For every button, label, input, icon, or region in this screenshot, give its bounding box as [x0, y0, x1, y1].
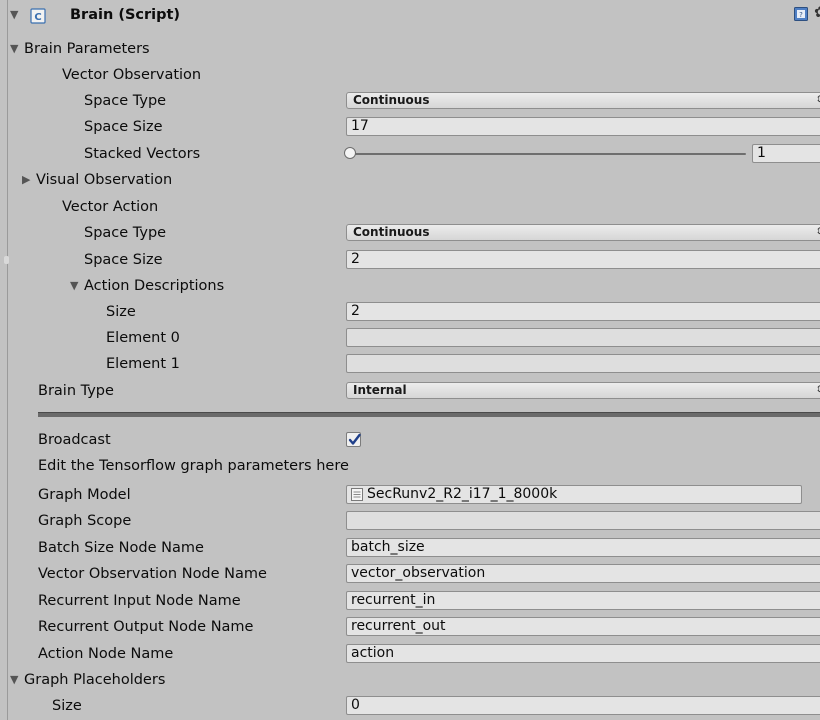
property-obs-space-size: Space Size 17 — [10, 114, 820, 140]
svg-text:?: ? — [799, 11, 803, 19]
property-label: Recurrent Output Node Name — [38, 619, 254, 635]
component-title: Brain (Script) — [70, 7, 181, 23]
left-panel-edge — [0, 0, 9, 720]
property-label: Element 1 — [106, 356, 180, 372]
foldout-label: Brain Parameters — [24, 41, 150, 57]
checkmark-icon — [348, 433, 361, 445]
property-obs-space-type: Space Type Continuous ⇕ — [10, 88, 820, 114]
action-node-input[interactable]: action — [346, 644, 820, 663]
property-action-space-type: Space Type Continuous ⇕ — [10, 220, 820, 246]
property-label: Space Size — [84, 252, 163, 268]
property-label: Brain Type — [38, 383, 114, 399]
stacked-vectors-slider-thumb[interactable] — [344, 147, 356, 159]
info-text: Edit the Tensorflow graph parameters her… — [38, 458, 349, 474]
graph-scope-input[interactable] — [346, 511, 820, 530]
property-label: Stacked Vectors — [84, 146, 201, 162]
property-graph-scope: Graph Scope — [10, 508, 820, 534]
dropdown-value: Internal — [353, 383, 407, 397]
brain-type-dropdown[interactable]: Internal ⇕ — [346, 382, 820, 399]
panel-divider — [7, 0, 8, 720]
graph-model-object-field[interactable]: SecRunv2_R2_i17_1_8000k — [346, 485, 802, 504]
foldout-visual-observation[interactable]: ▶ Visual Observation — [10, 167, 820, 193]
broadcast-checkbox[interactable] — [346, 432, 361, 447]
property-batch-size-node: Batch Size Node Name batch_size — [10, 535, 820, 561]
recurrent-in-node-input[interactable]: recurrent_in — [346, 591, 820, 610]
property-action-desc-size: Size 2 — [10, 299, 820, 325]
svg-text:C: C — [34, 12, 41, 23]
property-label: Batch Size Node Name — [38, 540, 204, 556]
property-graph-model: Graph Model SecRunv2_R2_i17_1_8000k — [10, 482, 820, 508]
vector-obs-node-input[interactable]: vector_observation — [346, 564, 820, 583]
property-label: Space Type — [84, 93, 167, 109]
action-space-size-input[interactable]: 2 — [346, 250, 820, 269]
foldout-label: Action Descriptions — [84, 278, 225, 294]
foldout-expanded-icon[interactable]: ▼ — [10, 42, 22, 56]
property-placeholders-size: Size 0 — [10, 693, 820, 719]
property-recurrent-out-node: Recurrent Output Node Name recurrent_out — [10, 614, 820, 640]
stacked-vectors-slider-track[interactable] — [350, 153, 746, 155]
property-label: Graph Scope — [38, 513, 132, 529]
property-brain-type: Brain Type Internal ⇕ — [10, 378, 820, 404]
property-label: Action Node Name — [38, 646, 174, 662]
inspector-panel: ▼ C Brain (Script) ? ✿ ▼ Brain Parameter… — [10, 0, 820, 720]
dropdown-value: Continuous — [353, 225, 430, 239]
obs-space-type-dropdown[interactable]: Continuous ⇕ — [346, 92, 820, 109]
help-book-icon[interactable]: ? — [793, 6, 809, 22]
property-label: Graph Model — [38, 487, 131, 503]
property-label: Size — [52, 698, 82, 714]
section-vector-action: Vector Action — [10, 194, 820, 220]
property-label: Space Type — [84, 225, 167, 241]
foldout-label: Graph Placeholders — [24, 672, 166, 688]
foldout-expanded-icon[interactable]: ▼ — [10, 673, 22, 687]
csharp-script-icon: C — [30, 8, 46, 24]
property-label: Size — [106, 304, 136, 320]
property-stacked-vectors: Stacked Vectors 1 — [10, 141, 820, 167]
section-label: Vector Observation — [62, 67, 202, 83]
property-recurrent-in-node: Recurrent Input Node Name recurrent_in — [10, 588, 820, 614]
element-1-input[interactable] — [346, 354, 820, 373]
component-header[interactable]: ▼ C Brain (Script) ? ✿ — [10, 0, 820, 30]
batch-size-node-input[interactable]: batch_size — [346, 538, 820, 557]
property-element-1: Element 1 — [10, 351, 820, 377]
foldout-action-descriptions[interactable]: ▼ Action Descriptions — [10, 273, 820, 299]
stacked-vectors-input[interactable]: 1 — [752, 144, 820, 163]
foldout-graph-placeholders[interactable]: ▼ Graph Placeholders — [10, 667, 820, 693]
property-action-node: Action Node Name action — [10, 641, 820, 667]
recurrent-out-node-input[interactable]: recurrent_out — [346, 617, 820, 636]
property-element-0: Element 0 — [10, 325, 820, 351]
foldout-expanded-icon[interactable]: ▼ — [10, 8, 22, 22]
panel-resize-handle[interactable] — [4, 256, 9, 264]
property-label: Recurrent Input Node Name — [38, 593, 241, 609]
property-label: Element 0 — [106, 330, 180, 346]
section-separator — [38, 412, 820, 417]
dropdown-arrow-icon: ⇕ — [815, 227, 820, 237]
placeholders-size-input[interactable]: 0 — [346, 696, 820, 715]
section-label: Vector Action — [62, 199, 159, 215]
obs-space-size-input[interactable]: 17 — [346, 117, 820, 136]
action-desc-size-input[interactable]: 2 — [346, 302, 820, 321]
dropdown-arrow-icon: ⇕ — [815, 385, 820, 395]
foldout-expanded-icon[interactable]: ▼ — [70, 279, 82, 293]
property-label: Vector Observation Node Name — [38, 566, 267, 582]
property-action-space-size: Space Size 2 — [10, 247, 820, 273]
section-vector-observation: Vector Observation — [10, 62, 820, 88]
action-space-type-dropdown[interactable]: Continuous ⇕ — [346, 224, 820, 241]
property-label: Broadcast — [38, 432, 111, 448]
property-broadcast: Broadcast — [10, 427, 820, 453]
dropdown-arrow-icon: ⇕ — [815, 95, 820, 105]
gear-icon[interactable]: ✿ — [814, 4, 820, 20]
foldout-brain-parameters[interactable]: ▼ Brain Parameters — [10, 36, 820, 62]
info-row: Edit the Tensorflow graph parameters her… — [10, 453, 820, 479]
foldout-collapsed-icon[interactable]: ▶ — [22, 173, 34, 187]
property-vector-obs-node: Vector Observation Node Name vector_obse… — [10, 561, 820, 587]
foldout-label: Visual Observation — [36, 172, 173, 188]
object-field-value: SecRunv2_R2_i17_1_8000k — [367, 486, 558, 502]
text-asset-icon — [351, 488, 363, 501]
dropdown-value: Continuous — [353, 93, 430, 107]
property-label: Space Size — [84, 119, 163, 135]
element-0-input[interactable] — [346, 328, 820, 347]
